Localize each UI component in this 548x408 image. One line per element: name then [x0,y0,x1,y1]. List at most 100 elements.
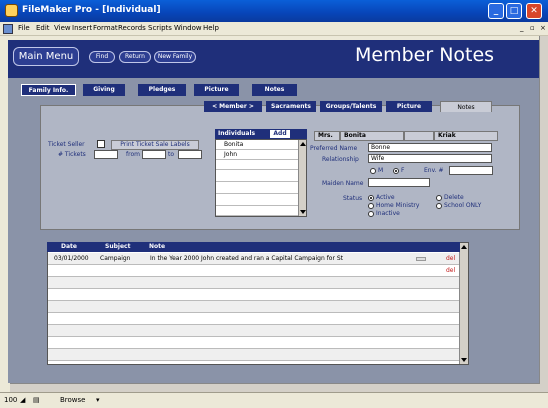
find-button[interactable]: Find [89,51,115,63]
tab-picture[interactable]: Picture [194,84,239,96]
subtab-member[interactable]: < Member > [204,101,262,112]
status-label: Status [343,195,363,202]
individual-row[interactable] [216,172,298,182]
table-row[interactable]: 03/01/2000 Campaign In the Year 2000 Joh… [48,253,461,265]
gender-m-radio[interactable] [370,168,376,174]
table-row[interactable] [48,289,461,301]
last-name-field[interactable]: Kriak [434,131,498,141]
window-vertical-scrollbar[interactable] [539,36,548,392]
add-individual-button[interactable]: Add [270,130,290,138]
table-row[interactable]: del [48,265,461,277]
menu-format[interactable]: Format [93,24,118,32]
menu-records[interactable]: Records [118,24,146,32]
mode-selector[interactable]: Browse [60,396,86,404]
status-school-only-radio[interactable] [436,203,442,209]
return-button[interactable]: Return [119,51,151,63]
note-expand-icon[interactable] [416,257,426,261]
status-bar: 100 ◢ ▤ Browse ▾ [0,392,548,408]
note-subject[interactable]: Campaign [100,253,130,265]
middle-name-field[interactable] [404,131,434,141]
individual-row[interactable]: John [216,150,298,160]
subtab-sacraments[interactable]: Sacraments [266,101,316,112]
ticket-seller-checkbox[interactable] [97,140,105,148]
table-row[interactable] [48,301,461,313]
menu-scripts[interactable]: Scripts [148,24,172,32]
individuals-scrollbar[interactable] [298,140,306,216]
zoom-level[interactable]: 100 [4,396,17,404]
mode-dropdown-icon[interactable]: ▾ [96,396,100,404]
window-horizontal-scrollbar[interactable] [10,383,540,392]
scroll-up-icon[interactable] [461,245,467,249]
new-family-button[interactable]: New Family [154,51,196,63]
window-title: FileMaker Pro - [Individual] [22,5,161,15]
subtab-groups-talents[interactable]: Groups/Talents [320,101,382,112]
scroll-down-icon[interactable] [461,358,467,362]
status-delete-radio[interactable] [436,195,442,201]
tab-giving[interactable]: Giving [83,84,125,96]
tab-pledges[interactable]: Pledges [138,84,186,96]
individual-row[interactable] [216,184,298,194]
individual-row[interactable]: Bonita [216,140,298,150]
status-home-ministry-label: Home Ministry [376,202,420,209]
menu-file[interactable]: File [18,24,30,32]
from-field[interactable] [142,150,166,159]
relationship-field[interactable]: Wife [368,154,492,163]
menu-window[interactable]: Window [174,24,202,32]
status-home-ministry-radio[interactable] [368,203,374,209]
tickets-field[interactable] [94,150,118,159]
delete-note-link[interactable]: del [446,265,455,277]
table-row[interactable] [48,325,461,337]
gender-f-label: F [401,167,405,174]
close-button[interactable]: ✕ [526,3,542,19]
note-date[interactable]: 03/01/2000 [54,253,89,265]
subtab-picture[interactable]: Picture [386,101,432,112]
table-row[interactable] [48,313,461,325]
scroll-up-icon[interactable] [300,142,306,146]
delete-note-link[interactable]: del [446,253,455,265]
salutation-field[interactable]: Mrs. [314,131,340,141]
menu-help[interactable]: Help [203,24,219,32]
status-active-radio[interactable] [368,195,374,201]
table-row[interactable] [48,277,461,289]
gender-f-radio[interactable] [393,168,399,174]
menu-view[interactable]: View [54,24,71,32]
table-row[interactable] [48,349,461,361]
main-menu-button[interactable]: Main Menu [13,47,79,66]
note-text[interactable]: In the Year 2000 John created and ran a … [150,253,343,265]
individual-row[interactable] [216,206,298,216]
first-name-field[interactable]: Bonita [340,131,404,141]
envelope-number-field[interactable] [449,166,493,175]
menu-edit[interactable]: Edit [36,24,50,32]
individual-row[interactable] [216,160,298,170]
zoom-icon[interactable]: ◢ [20,396,25,404]
tab-family-info[interactable]: Family Info. [21,84,76,96]
print-ticket-labels-button[interactable]: Print Ticket Sale Labels [111,140,199,150]
column-date: Date [61,243,77,250]
tab-notes[interactable]: Notes [252,84,297,96]
notes-scrollbar[interactable] [459,243,468,364]
status-active-label: Active [376,194,395,201]
subtab-notes[interactable]: Notes [440,101,492,112]
preferred-name-label: Preferred Name [310,145,358,152]
to-label: to [168,151,175,158]
gender-m-label: M [378,167,384,174]
from-label: from [126,151,140,158]
status-delete-label: Delete [444,194,464,201]
status-inactive-radio[interactable] [368,211,374,217]
doc-restore-icon[interactable]: ▫ [530,24,535,32]
maximize-button[interactable]: □ [506,3,522,19]
status-school-only-label: School ONLY [444,202,482,209]
preferred-name-field[interactable]: Bonne [368,143,492,152]
individuals-header-label: Individuals [218,130,256,137]
to-field[interactable] [178,150,202,159]
layout-icon[interactable]: ▤ [33,396,40,404]
minimize-button[interactable]: _ [488,3,504,19]
table-row[interactable] [48,337,461,349]
scroll-down-icon[interactable] [300,210,306,214]
doc-minimize-icon[interactable]: _ [520,24,524,32]
ticket-seller-label: Ticket Seller [48,141,85,148]
individual-row[interactable] [216,196,298,206]
menu-insert[interactable]: Insert [72,24,92,32]
doc-close-icon[interactable]: × [540,24,546,32]
maiden-name-field[interactable] [368,178,430,187]
